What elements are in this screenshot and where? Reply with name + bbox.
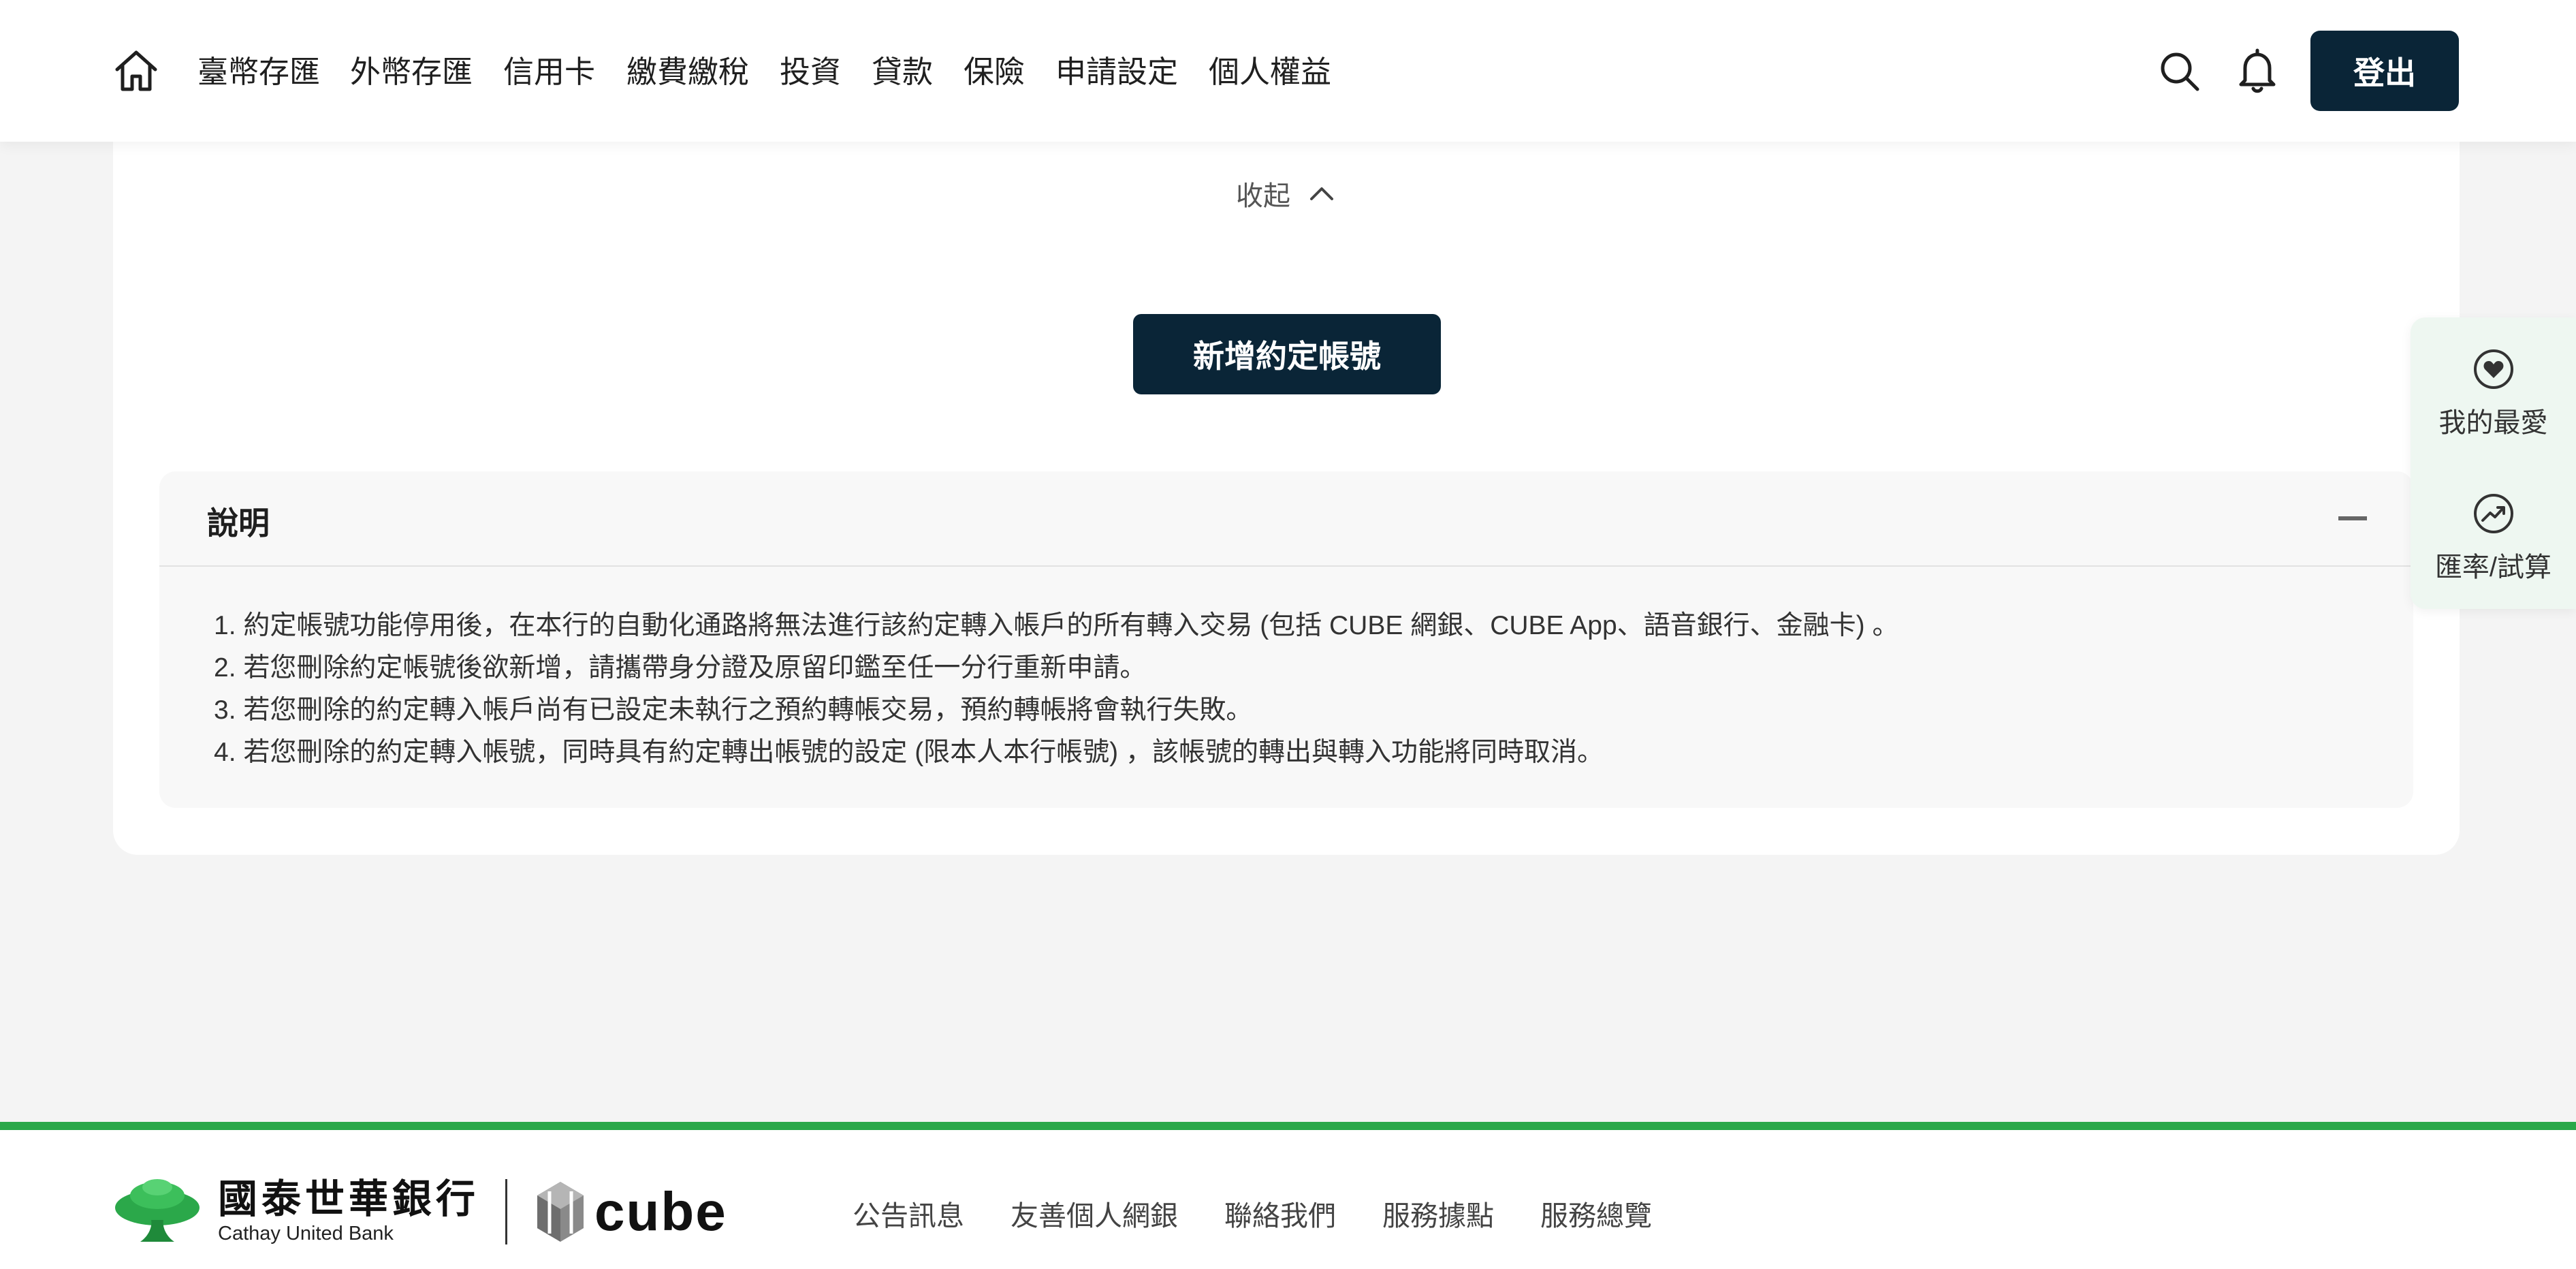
cube-logo-text: cube: [594, 1181, 727, 1242]
footer-link-contact-us[interactable]: 聯絡我們: [1224, 1193, 1336, 1234]
collapse-toggle[interactable]: 收起: [1236, 172, 1335, 215]
footer-logo[interactable]: 國泰世華銀行 Cathay United Bank cube: [113, 1178, 727, 1246]
home-icon[interactable]: [113, 48, 159, 94]
main-nav: 臺幣存匯 外幣存匯 信用卡 繳費繳稅 投資 貸款 保險 申請設定 個人權益: [197, 50, 1345, 94]
bank-name: 國泰世華銀行 Cathay United Bank: [218, 1178, 479, 1246]
footer-links: 公告訊息 友善個人網銀 聯絡我們 服務據點 服務總覽: [853, 1193, 1652, 1234]
note-item: 1. 約定帳號功能停用後，在本行的自動化通路將無法進行該約定轉入帳戶的所有轉入交…: [214, 611, 1899, 640]
note-item: 2. 若您刪除約定帳號後欲新增，請攜帶身分證及原留印鑑至任一分行重新申請。: [214, 653, 1147, 683]
bell-icon[interactable]: [2236, 48, 2279, 94]
note-item: 3. 若您刪除的約定轉入帳戶尚有已設定未執行之預約轉帳交易，預約轉帳將會執行失敗…: [214, 695, 1253, 725]
footer-link-branches[interactable]: 服務據點: [1382, 1193, 1494, 1234]
exchange-rate-button[interactable]: 匯率/試算: [2411, 462, 2576, 591]
site-footer: 國泰世華銀行 Cathay United Bank cube 公告訊息 友善個人…: [0, 1122, 2576, 1269]
search-icon[interactable]: [2159, 50, 2201, 93]
exchange-rate-label: 匯率/試算: [2434, 552, 2552, 582]
floating-side-panel: 我的最愛 匯率/試算: [2411, 317, 2576, 609]
logo-divider: [505, 1179, 508, 1244]
favorites-button[interactable]: 我的最愛: [2411, 317, 2576, 447]
add-designated-account-button[interactable]: 新增約定帳號: [1133, 314, 1441, 394]
nav-item-payments[interactable]: 繳費繳稅: [626, 50, 780, 94]
collapse-label: 收起: [1236, 181, 1290, 211]
chevron-up-icon: [1310, 187, 1333, 200]
top-navigation-bar: 臺幣存匯 外幣存匯 信用卡 繳費繳稅 投資 貸款 保險 申請設定 個人權益 登出: [0, 0, 2576, 142]
minus-icon[interactable]: [2338, 516, 2367, 520]
notes-header[interactable]: 說明: [159, 471, 2413, 567]
nav-item-foreign-deposit[interactable]: 外幣存匯: [350, 50, 503, 94]
note-item: 4. 若您刪除的約定轉入帳號，同時具有約定轉出帳號的設定 (限本人本行帳號) ，…: [214, 738, 1604, 767]
nav-item-credit-card[interactable]: 信用卡: [503, 50, 626, 94]
heart-icon: [2473, 349, 2513, 389]
nav-item-insurance[interactable]: 保險: [964, 50, 1055, 94]
nav-item-personal-rights[interactable]: 個人權益: [1209, 50, 1345, 94]
logout-button[interactable]: 登出: [2310, 31, 2459, 111]
notes-list: 1. 約定帳號功能停用後，在本行的自動化通路將無法進行該約定轉入帳戶的所有轉入交…: [214, 605, 1898, 774]
favorites-label: 我的最愛: [2438, 408, 2548, 438]
nav-item-twd-deposit[interactable]: 臺幣存匯: [197, 50, 350, 94]
footer-link-services-overview[interactable]: 服務總覽: [1540, 1193, 1652, 1234]
footer-link-accessible-banking[interactable]: 友善個人網銀: [1011, 1193, 1178, 1234]
notes-panel: 說明 1. 約定帳號功能停用後，在本行的自動化通路將無法進行該約定轉入帳戶的所有…: [159, 471, 2413, 808]
footer-link-announcements[interactable]: 公告訊息: [853, 1193, 964, 1234]
nav-item-loans[interactable]: 貸款: [872, 50, 964, 94]
bank-name-zh: 國泰世華銀行: [218, 1177, 480, 1221]
nav-item-investment[interactable]: 投資: [780, 50, 872, 94]
trend-up-icon: [2473, 494, 2513, 533]
notes-title: 說明: [207, 505, 270, 541]
nav-item-settings[interactable]: 申請設定: [1055, 50, 1209, 94]
bank-name-en: Cathay United Bank: [218, 1223, 394, 1244]
cube-logo-mark: [537, 1182, 584, 1242]
cathay-tree-logo: [115, 1179, 200, 1242]
